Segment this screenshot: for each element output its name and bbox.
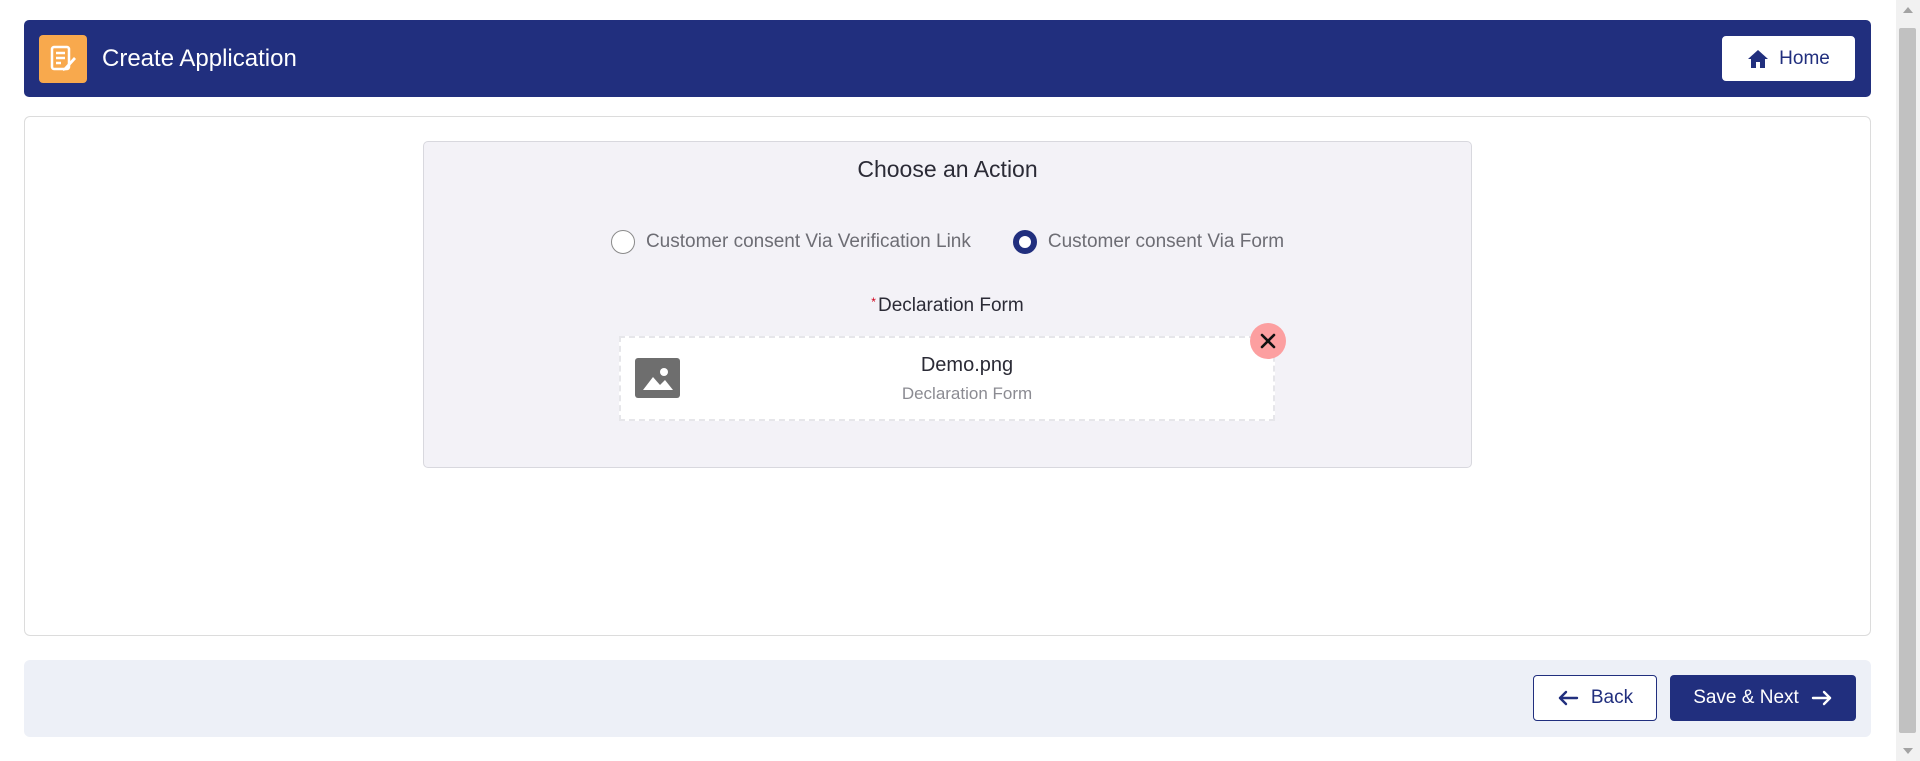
radio-label-form: Customer consent Via Form [1047,231,1285,252]
radio-unchecked-icon[interactable] [610,230,635,254]
file-name: Demo.png [920,354,1014,376]
home-button[interactable]: Home [1722,36,1855,81]
scroll-down-arrow-icon[interactable] [1903,748,1913,754]
save-next-button[interactable]: Save & Next [1670,675,1856,721]
choose-action-panel: Choose an Action Customer consent Via Ve… [423,141,1472,468]
consent-radio-group: Customer consent Via Verification Link C… [424,227,1471,257]
radio-option-verification-link[interactable]: Customer consent Via Verification Link [610,230,971,254]
declaration-form-label: * Declaration Form [424,295,1471,317]
file-description: Declaration Form [901,384,1033,403]
back-button-label: Back [1590,687,1634,708]
radio-option-form[interactable]: Customer consent Via Form [1012,230,1285,254]
home-icon [1748,49,1769,68]
vertical-scrollbar[interactable] [1896,0,1920,761]
radio-label-verification-link: Customer consent Via Verification Link [645,231,971,252]
arrow-right-icon [1811,690,1831,706]
home-button-label: Home [1779,47,1830,69]
required-marker: * [871,295,876,309]
panel-title: Choose an Action [857,156,1038,182]
uploaded-file-box[interactable]: Demo.png Declaration Form [619,336,1275,421]
declaration-form-label-text: Declaration Form [877,295,1024,316]
remove-file-button[interactable] [1250,323,1286,359]
app-header: Create Application Home [24,20,1871,97]
radio-checked-icon[interactable] [1012,230,1037,254]
page-title: Create Application [102,45,297,72]
close-icon [1260,333,1276,349]
back-button[interactable]: Back [1533,675,1657,721]
save-next-button-label: Save & Next [1693,687,1799,708]
application-form-icon [39,35,87,83]
arrow-left-icon [1558,690,1579,706]
scrollbar-thumb[interactable] [1899,28,1916,733]
scroll-up-arrow-icon[interactable] [1903,7,1913,13]
footer-bar: Back Save & Next [24,660,1871,737]
